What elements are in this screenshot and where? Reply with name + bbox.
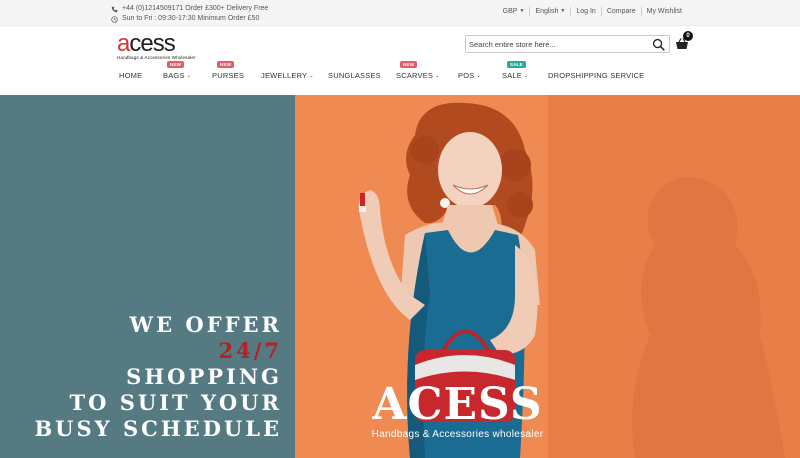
search-box (465, 35, 670, 53)
nav-label: DROPSHIPPING SERVICE (548, 71, 645, 80)
site-header: acess Handbags & Accessories Wholesaler … (0, 26, 800, 95)
new-badge: NEW (167, 61, 185, 68)
nav-label: SCARVES (396, 71, 434, 80)
hero-slogan: WE OFFER 24/7 SHOPPING TO SUIT YOUR BUSY… (34, 312, 282, 442)
nav-label: SALE (502, 71, 522, 80)
nav-item-pos[interactable]: POS ⌄ (458, 71, 481, 80)
wishlist-link[interactable]: My Wishlist (642, 7, 687, 16)
slogan-line: SHOPPING (126, 364, 282, 389)
nav-label: BAGS (163, 71, 185, 80)
logo-wordmark: acess (117, 30, 187, 57)
hero-brand-subtitle: Handbags & Accessories wholesaler (371, 429, 544, 440)
compare-link[interactable]: Compare (602, 7, 642, 16)
site-logo[interactable]: acess Handbags & Accessories Wholesaler (117, 30, 196, 61)
nav-label: HOME (119, 71, 143, 80)
search-input[interactable] (469, 36, 649, 52)
cart-count: 0 (683, 31, 693, 41)
currency-selector[interactable]: GBP ▼ (498, 7, 531, 16)
chevron-down-icon: ⌄ (523, 73, 529, 79)
new-badge: NEW (400, 61, 418, 68)
phone-icon (111, 6, 118, 12)
chevron-down-icon: ▼ (519, 8, 525, 14)
cart-button[interactable]: 0 (675, 31, 693, 51)
contact-info: +44 (0)1214509171 Order £300+ Delivery F… (111, 4, 268, 24)
nav-item-purses[interactable]: NEW PURSES (212, 61, 245, 80)
nav-item-scarves[interactable]: NEW SCARVES ⌄ (396, 61, 440, 80)
chevron-down-icon: ⌄ (186, 73, 192, 79)
currency-label: GBP (502, 8, 518, 15)
hours-text: Sun to Fri : 09:30-17:30 Minimum Order £… (122, 15, 260, 22)
hero-brand: ACESS Handbags & Accessories wholesaler (365, 379, 550, 441)
nav-label: SUNGLASSES (328, 71, 381, 80)
nav-label: PURSES (212, 71, 245, 80)
login-link[interactable]: Log In (571, 7, 602, 16)
phone-text: +44 (0)1214509171 Order £300+ Delivery F… (122, 5, 269, 12)
search-icon[interactable] (652, 38, 665, 51)
main-nav: HOME NEW BAGS ⌄ NEW PURSES JEWELLERY ⌄ SUNGL… (0, 61, 800, 85)
nav-item-home[interactable]: HOME (119, 71, 142, 80)
new-badge: NEW (217, 61, 235, 68)
clock-icon (111, 15, 118, 23)
chevron-down-icon: ⌄ (309, 73, 314, 79)
nav-item-bags[interactable]: NEW BAGS ⌄ (163, 61, 192, 80)
top-bar: +44 (0)1214509171 Order £300+ Delivery F… (0, 0, 800, 26)
chevron-down-icon: ▼ (560, 8, 566, 14)
wall-shadow (632, 177, 785, 458)
nav-item-sale[interactable]: SALE SALE ⌄ (502, 61, 529, 80)
slogan-highlight: 24/7 (218, 338, 282, 363)
slogan-line: WE OFFER (129, 312, 282, 337)
sale-badge: SALE (507, 61, 526, 68)
slogan-line: BUSY SCHEDULE (34, 416, 282, 441)
logo-word-rest: cess (129, 30, 175, 57)
logo-tagline: Handbags & Accessories Wholesaler (117, 55, 196, 60)
chevron-down-icon: ⌄ (435, 73, 440, 79)
nav-item-sunglasses[interactable]: SUNGLASSES (328, 71, 381, 80)
slogan-line: TO SUIT YOUR (69, 390, 282, 415)
logo-accent-letter: a (117, 30, 130, 57)
hero-banner[interactable]: WE OFFER 24/7 SHOPPING TO SUIT YOUR BUSY… (0, 95, 800, 458)
chevron-down-icon: ⌄ (476, 73, 481, 79)
language-selector[interactable]: English ▼ (530, 7, 572, 16)
nav-label: POS (458, 71, 475, 80)
language-label: English (535, 8, 559, 15)
nav-item-dropshipping[interactable]: DROPSHIPPING SERVICE (548, 71, 644, 80)
nav-item-jewellery[interactable]: JEWELLERY ⌄ (261, 71, 314, 80)
hero-brand-title: ACESS (372, 379, 543, 430)
top-links: GBP ▼ English ▼ Log In Compare My Wishlist (498, 7, 687, 16)
nav-label: JEWELLERY (261, 71, 308, 80)
